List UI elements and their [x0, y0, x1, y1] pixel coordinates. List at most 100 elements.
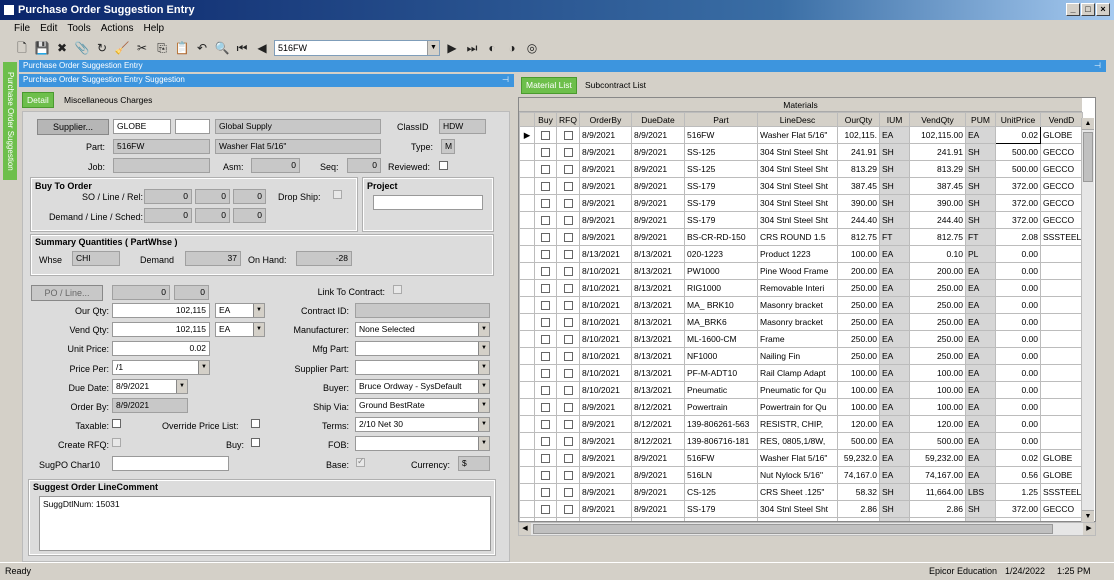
buyer-select[interactable]: Bruce Ordway - SysDefault ▼ [355, 379, 490, 394]
buy-checkbox[interactable] [534, 194, 557, 212]
rfq-checkbox[interactable] [556, 415, 580, 433]
grid-col-header[interactable]: OurQty [837, 112, 880, 127]
buy-checkbox[interactable] [534, 262, 557, 280]
buy-checkbox[interactable] [534, 500, 557, 518]
tab-material-list[interactable]: Material List [521, 77, 577, 94]
buy-checkbox[interactable] [534, 415, 557, 433]
pin-icon[interactable]: ⊣ [502, 74, 509, 86]
buy-checkbox[interactable] [534, 313, 557, 331]
buy-checkbox[interactable] [534, 296, 557, 314]
buy-checkbox[interactable] [534, 228, 557, 246]
buy-checkbox[interactable] [534, 330, 557, 348]
previous-record-icon[interactable]: ◀ [254, 40, 270, 56]
chevron-down-icon[interactable]: ▼ [478, 380, 489, 393]
rfq-checkbox[interactable] [556, 296, 580, 314]
rfq-checkbox[interactable] [556, 228, 580, 246]
buy-checkbox[interactable] [534, 177, 557, 195]
ship-via-select[interactable]: Ground BestRate ▼ [355, 398, 490, 413]
rfq-checkbox[interactable] [556, 126, 580, 144]
row-indicator[interactable]: ▶ [519, 126, 535, 144]
refresh-icon[interactable]: ↻ [94, 40, 110, 56]
comment-textarea[interactable]: SuggDtlNum: 15031 [39, 496, 491, 551]
buy-checkbox[interactable] [534, 279, 557, 297]
rfq-checkbox[interactable] [556, 262, 580, 280]
grid-col-header[interactable]: DueDate [631, 112, 685, 127]
pin-icon[interactable]: ⊣ [1094, 60, 1101, 72]
table-row[interactable]: 8/10/2021 8/13/2021 Pneumatic Pneumatic for… [519, 381, 1083, 399]
reviewed-checkbox[interactable] [439, 161, 448, 170]
rfq-checkbox[interactable] [556, 194, 580, 212]
fob-select[interactable]: ▼ [355, 436, 490, 451]
grid-col-header[interactable]: OrderBy [579, 112, 632, 127]
rfq-checkbox[interactable] [556, 347, 580, 365]
buy-checkbox[interactable] [534, 398, 557, 416]
override-price-list-checkbox[interactable] [251, 419, 260, 428]
table-row[interactable]: ▶ 8/9/2021 8/9/2021 516FW Washer Flat 5/16" 1… [519, 126, 1083, 144]
row-indicator[interactable] [519, 466, 535, 484]
table-row[interactable]: 8/9/2021 8/9/2021 516LN Nut Nylock 5/16" 74,… [519, 466, 1083, 484]
table-row[interactable]: 8/9/2021 8/12/2021 Powertrain Powertrain fo… [519, 398, 1083, 416]
buy-checkbox[interactable] [534, 347, 557, 365]
menu-help[interactable]: Help [144, 20, 165, 37]
buy-checkbox[interactable] [534, 449, 557, 467]
unit-price-field[interactable]: 0.02 [112, 341, 210, 356]
row-indicator[interactable] [519, 330, 535, 348]
table-row[interactable]: 8/10/2021 8/13/2021 MA_BRK6 Masonry bracket… [519, 313, 1083, 331]
rfq-checkbox[interactable] [556, 381, 580, 399]
grid-col-header[interactable] [519, 112, 535, 127]
attach-icon[interactable]: 📎 [74, 40, 90, 56]
forward-icon[interactable]: ◑ [504, 40, 520, 56]
table-row[interactable]: 8/9/2021 8/9/2021 BS-CR-RD-150 CRS ROUND 1.… [519, 228, 1083, 246]
row-indicator[interactable] [519, 160, 535, 178]
our-qty-uom-select[interactable]: EA ▼ [215, 303, 265, 318]
table-row[interactable]: 8/10/2021 8/13/2021 PW1000 Pine Wood Frame 2… [519, 262, 1083, 280]
supplier-button[interactable]: Supplier... [37, 119, 109, 135]
sugpo-char10-field[interactable] [112, 456, 229, 471]
row-indicator[interactable] [519, 211, 535, 229]
table-row[interactable]: 8/9/2021 8/12/2021 139-806716-181 RES, 0805… [519, 432, 1083, 450]
menu-tools[interactable]: Tools [67, 20, 90, 37]
buy-checkbox[interactable] [251, 438, 260, 447]
mfg-part-select[interactable]: ▼ [355, 341, 490, 356]
po-line-button[interactable]: PO / Line... [31, 285, 103, 301]
grid-col-header[interactable]: VendQty [909, 112, 966, 127]
supplier-part-select[interactable]: ▼ [355, 360, 490, 375]
delete-icon[interactable]: ✖ [54, 40, 70, 56]
rfq-checkbox[interactable] [556, 330, 580, 348]
vend-qty-uom-select[interactable]: EA ▼ [215, 322, 265, 337]
row-indicator[interactable] [519, 279, 535, 297]
table-row[interactable]: 8/13/2021 8/13/2021 020-1223 Product 1223 10… [519, 245, 1083, 263]
table-row[interactable]: 8/9/2021 8/9/2021 SS-179 304 Stnl Steel Sht… [519, 500, 1083, 518]
row-indicator[interactable] [519, 432, 535, 450]
grid-col-header[interactable]: LineDesc [757, 112, 838, 127]
row-indicator[interactable] [519, 262, 535, 280]
tab-misc-charges[interactable]: Miscellaneous Charges [59, 92, 157, 108]
copy-icon[interactable]: ⎘ [154, 40, 170, 56]
buy-checkbox[interactable] [534, 126, 557, 144]
grid-col-header[interactable]: Buy [534, 112, 557, 127]
chevron-down-icon[interactable]: ▼ [427, 41, 439, 55]
chevron-down-icon[interactable]: ▼ [478, 418, 489, 431]
table-row[interactable]: 8/10/2021 8/13/2021 ML-1600-CM Frame 250.00 E… [519, 330, 1083, 348]
rfq-checkbox[interactable] [556, 466, 580, 484]
chevron-down-icon[interactable]: ▼ [198, 361, 209, 374]
rfq-checkbox[interactable] [556, 177, 580, 195]
supplier-id-field[interactable]: GLOBE [113, 119, 171, 134]
due-date-field[interactable]: 8/9/2021 ▼ [112, 379, 188, 394]
link-contract-checkbox[interactable] [393, 285, 402, 294]
buy-checkbox[interactable] [534, 143, 557, 161]
row-indicator[interactable] [519, 364, 535, 382]
buy-checkbox[interactable] [534, 381, 557, 399]
search-icon[interactable]: 🔍 [214, 40, 230, 56]
row-indicator[interactable] [519, 177, 535, 195]
table-row[interactable]: 8/9/2021 8/9/2021 SS-179 304 Stnl Steel Sht… [519, 194, 1083, 212]
rfq-checkbox[interactable] [556, 483, 580, 501]
chevron-down-icon[interactable]: ▼ [478, 323, 489, 336]
table-row[interactable]: 8/10/2021 8/13/2021 RIG1000 Removable Inter… [519, 279, 1083, 297]
chevron-down-icon[interactable]: ▼ [478, 342, 489, 355]
next-record-icon[interactable]: ▶ [444, 40, 460, 56]
row-indicator[interactable] [519, 347, 535, 365]
table-row[interactable]: 8/9/2021 8/9/2021 CS-125 CRS Sheet .125" 58.… [519, 483, 1083, 501]
cut-icon[interactable]: ✂ [134, 40, 150, 56]
table-row[interactable]: 8/10/2021 8/13/2021 NF1000 Nailing Fin 250.0… [519, 347, 1083, 365]
